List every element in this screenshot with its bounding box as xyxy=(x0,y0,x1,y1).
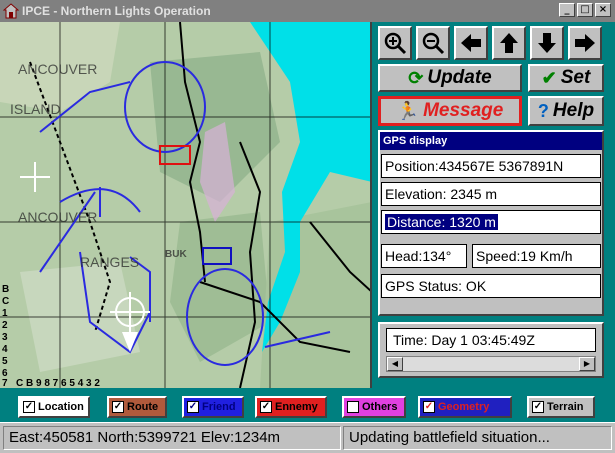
arrow-up-icon xyxy=(500,33,518,53)
layer-toggle-route[interactable]: ✓ Route xyxy=(107,396,167,418)
window-title: IPCE - Northern Lights Operation xyxy=(22,4,211,18)
zoom-out-button[interactable] xyxy=(416,26,450,60)
pan-down-button[interactable] xyxy=(530,26,564,60)
layer-toggle-bar: ✓ Location ✓ Route ✓ Friend ✓ Ennemy Oth… xyxy=(0,388,615,422)
layer-toggle-enemy[interactable]: ✓ Ennemy xyxy=(255,396,327,418)
layer-label: Friend xyxy=(202,401,236,413)
title-bar: IPCE - Northern Lights Operation _ □ × xyxy=(0,0,615,22)
zoom-in-icon xyxy=(384,32,407,55)
message-button[interactable]: 🏃 Message xyxy=(378,96,522,126)
maximize-button[interactable]: □ xyxy=(577,3,593,17)
checkbox-icon: ✓ xyxy=(23,401,35,413)
checkbox-icon: ✓ xyxy=(187,401,199,413)
arrow-right-icon xyxy=(575,34,595,52)
ruler-label: 2 xyxy=(2,320,8,331)
update-button[interactable]: ⟳ Update xyxy=(378,64,522,92)
bottom-ruler: C B 9 8 7 6 5 4 3 2 xyxy=(16,378,100,388)
layer-toggle-location[interactable]: ✓ Location xyxy=(18,396,90,418)
time-scrollbar[interactable]: ◀ ▶ xyxy=(386,356,596,372)
layer-label: Geometry xyxy=(438,401,490,413)
ruler-label: B xyxy=(2,284,9,295)
layer-label: Others xyxy=(362,401,398,413)
distance-value: Distance: 1320 m xyxy=(385,214,498,230)
checkbox-icon: ✓ xyxy=(532,401,544,413)
zoom-out-icon xyxy=(422,32,445,55)
set-button[interactable]: ✔ Set xyxy=(528,64,604,92)
position-field: Position:434567E 5367891N xyxy=(381,154,601,178)
checkmark-icon: ✔ xyxy=(541,67,557,88)
ruler-label: 1 xyxy=(2,308,8,319)
ruler-label: 4 xyxy=(2,344,8,355)
checkbox-icon: ✓ xyxy=(260,401,272,413)
checkbox-icon: ✓ xyxy=(423,401,435,413)
update-label: Update xyxy=(427,67,492,88)
map-canvas[interactable]: ANCOUVER ISLAND ANCOUVER RANGES BUK B C … xyxy=(0,22,372,388)
arrow-down-icon xyxy=(538,33,556,53)
elevation-field: Elevation: 2345 m xyxy=(381,182,601,206)
layer-toggle-geometry[interactable]: ✓ Geometry xyxy=(418,396,512,418)
pan-left-button[interactable] xyxy=(454,26,488,60)
close-button[interactable]: × xyxy=(595,3,611,17)
ruler-label: 5 xyxy=(2,356,8,367)
arrow-left-icon xyxy=(461,34,481,52)
layer-label: Location xyxy=(38,401,84,413)
status-message: Updating battlefield situation... xyxy=(343,426,612,450)
nav-toolbar xyxy=(378,26,602,60)
layer-toggle-friend[interactable]: ✓ Friend xyxy=(182,396,244,418)
coordinates-readout: East:450581 North:5399721 Elev:1234m xyxy=(3,426,341,450)
control-panel: ⟳ Update ✔ Set 🏃 Message ? Help GPS disp… xyxy=(372,22,615,388)
time-panel: Time: Day 1 03:45:49Z ◀ ▶ xyxy=(378,322,604,378)
distance-field[interactable]: Distance: 1320 m xyxy=(381,210,601,234)
map-label: ANCOUVER xyxy=(18,209,97,225)
set-label: Set xyxy=(560,67,591,88)
message-label: Message xyxy=(423,100,504,121)
map-label: RANGES xyxy=(80,254,139,270)
app-icon xyxy=(3,3,19,19)
layer-label: Route xyxy=(127,401,159,413)
minimize-button[interactable]: _ xyxy=(559,3,575,17)
zoom-in-button[interactable] xyxy=(378,26,412,60)
status-bar: East:450581 North:5399721 Elev:1234m Upd… xyxy=(0,422,615,453)
checkbox-icon xyxy=(347,401,359,413)
gps-panel: GPS display Position:434567E 5367891N El… xyxy=(378,130,604,316)
scroll-left-arrow-icon[interactable]: ◀ xyxy=(387,357,403,371)
checkbox-icon: ✓ xyxy=(112,401,124,413)
scroll-right-arrow-icon[interactable]: ▶ xyxy=(579,357,595,371)
heading-field: Head:134° xyxy=(381,244,467,268)
map-label: ISLAND xyxy=(10,101,61,117)
layer-toggle-others[interactable]: Others xyxy=(342,396,406,418)
refresh-icon: ⟳ xyxy=(408,67,424,88)
map-label: ANCOUVER xyxy=(18,61,97,77)
runner-icon: 🏃 xyxy=(396,100,420,121)
time-field: Time: Day 1 03:45:49Z xyxy=(386,328,596,352)
gps-status-field: GPS Status: OK xyxy=(381,274,601,298)
layer-label: Terrain xyxy=(547,401,584,413)
ruler-label: C xyxy=(2,296,9,307)
pan-right-button[interactable] xyxy=(568,26,602,60)
ruler-label: 3 xyxy=(2,332,8,343)
help-icon: ? xyxy=(537,100,549,121)
gps-title: GPS display xyxy=(380,132,602,150)
pan-up-button[interactable] xyxy=(492,26,526,60)
help-label: Help xyxy=(552,100,595,121)
help-button[interactable]: ? Help xyxy=(528,96,604,126)
map-label: BUK xyxy=(165,249,187,260)
map-view[interactable]: ANCOUVER ISLAND ANCOUVER RANGES BUK B C … xyxy=(0,22,372,388)
speed-field: Speed:19 Km/h xyxy=(472,244,601,268)
layer-toggle-terrain[interactable]: ✓ Terrain xyxy=(527,396,595,418)
layer-label: Ennemy xyxy=(275,401,318,413)
